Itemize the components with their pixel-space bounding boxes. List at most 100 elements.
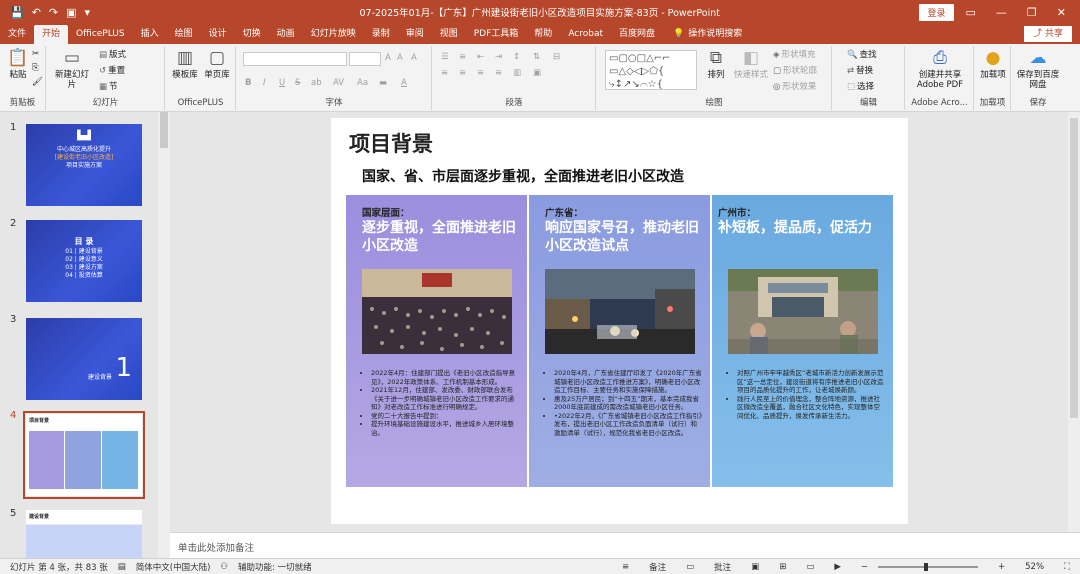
bold-button[interactable]: B	[245, 78, 251, 89]
single-page-library-button[interactable]: ▢ 单页库	[202, 48, 232, 80]
strikethrough-button[interactable]: S	[295, 78, 300, 89]
tab-record[interactable]: 录制	[364, 25, 398, 44]
comments-icon[interactable]: ▭	[686, 562, 694, 572]
column-city[interactable]: 广州市： 补短板，提品质，促活力 对照广州市牢牢越秀区“老城市新活力创新发展示范…	[712, 195, 893, 487]
align-text-icon[interactable]: ⊟	[553, 52, 560, 63]
zoom-out-icon[interactable]: −	[861, 562, 868, 572]
tab-transitions[interactable]: 切换	[235, 25, 269, 44]
shape-effects-button[interactable]: ◎ 形状效果	[773, 82, 816, 93]
zoom-slider-handle[interactable]	[924, 562, 929, 571]
shape-outline-button[interactable]: ▢ 形状轮廓	[773, 66, 817, 77]
new-slide-button[interactable]: ▭ 新建幻灯片	[51, 48, 93, 90]
align-center-icon[interactable]: ≡	[459, 68, 466, 79]
shapes-gallery[interactable]: ▭▢○□△⌐⌐ ▭△◇◁▷⬠{⤷↕↗↘⌒☆{	[605, 50, 697, 90]
copy-icon[interactable]: ⎘	[32, 63, 39, 74]
save-baidu-button[interactable]: ☁ 保存到百度网盘	[1014, 48, 1062, 90]
tab-officeplus[interactable]: OfficePLUS	[68, 25, 133, 44]
minimize-icon[interactable]: —	[996, 6, 1007, 19]
slide-thumbnail-4[interactable]: 项目背景	[23, 411, 145, 499]
find-button[interactable]: 🔍 查找	[847, 50, 877, 61]
slide-subtitle[interactable]: 国家、省、市层面逐步重视，全面推进老旧小区改造	[362, 166, 684, 186]
underline-button[interactable]: U	[279, 78, 285, 89]
text-direction-icon[interactable]: ⇅	[533, 52, 540, 63]
bullets-icon[interactable]: ☰	[441, 52, 449, 63]
editor-scrollbar[interactable]	[1068, 112, 1080, 532]
arrange-button[interactable]: ⧉ 排列	[703, 48, 729, 80]
font-size-increase-button[interactable]: A	[385, 53, 391, 64]
tab-design[interactable]: 设计	[201, 25, 235, 44]
align-right-icon[interactable]: ≡	[477, 68, 484, 79]
align-left-icon[interactable]: ≡	[441, 68, 448, 79]
tab-file[interactable]: 文件	[0, 25, 34, 44]
tab-draw[interactable]: 绘图	[167, 25, 201, 44]
accessibility-icon[interactable]: ⚇	[220, 562, 228, 572]
font-size-dropdown[interactable]	[349, 52, 381, 66]
undo-icon[interactable]: ↶	[32, 7, 41, 18]
tell-me-search[interactable]: 💡 操作说明搜索	[663, 25, 752, 44]
zoom-in-icon[interactable]: +	[998, 562, 1005, 572]
clear-format-button[interactable]: A	[411, 53, 417, 64]
customize-icon[interactable]: ▾	[85, 7, 91, 18]
slide-canvas[interactable]: 项目背景 国家、省、市层面逐步重视，全面推进老旧小区改造 国家层面： 逐步重视，…	[331, 118, 908, 524]
maximize-icon[interactable]: ❐	[1027, 6, 1037, 19]
tab-pdf-toolbox[interactable]: PDF工具箱	[466, 25, 527, 44]
numbering-icon[interactable]: ≡	[459, 52, 466, 63]
template-library-button[interactable]: ▥ 模板库	[170, 48, 200, 80]
fit-to-window-icon[interactable]: ⛶	[1064, 562, 1070, 572]
tab-baidu[interactable]: 百度网盘	[611, 25, 663, 44]
scroll-thumb[interactable]	[160, 112, 168, 148]
font-color-button[interactable]: A	[401, 78, 407, 89]
column-province[interactable]: 广东省： 响应国家号召，推动老旧小区改造试点 2020年4月，广东省住建厅印发了…	[529, 195, 710, 487]
justify-icon[interactable]: ≡	[495, 68, 502, 79]
replace-button[interactable]: ⇄ 替换	[847, 66, 873, 77]
slide-thumbnail-1[interactable]: ▙▟ 中心城区高质化提升 [建设街老旧小区改造] 项目实施方案	[26, 124, 142, 206]
addins-button[interactable]: ● 加载项	[977, 48, 1009, 80]
accessibility-status[interactable]: 辅助功能: 一切就绪	[238, 561, 312, 573]
slide-thumbnail-2[interactable]: 目 录 01 | 建设背景 02 | 建设意义 03 | 建设方案 04 | 投…	[26, 220, 142, 302]
slide-thumbnail-panel[interactable]: 1 ▙▟ 中心城区高质化提升 [建设街老旧小区改造] 项目实施方案 2 目 录 …	[0, 112, 170, 558]
section-button[interactable]: ▦ 节	[99, 82, 118, 93]
layout-button[interactable]: ▤ 版式	[99, 50, 126, 61]
notes-icon[interactable]: ≡	[622, 562, 629, 572]
tab-review[interactable]: 审阅	[398, 25, 432, 44]
notes-toggle[interactable]: 备注	[649, 561, 666, 573]
decrease-indent-icon[interactable]: ⇤	[477, 52, 484, 63]
increase-indent-icon[interactable]: ⇥	[495, 52, 502, 63]
zoom-slider[interactable]	[878, 562, 979, 571]
normal-view-icon[interactable]: ▣	[751, 562, 759, 572]
reading-view-icon[interactable]: ▭	[806, 562, 814, 572]
spellcheck-icon[interactable]: ▤	[118, 562, 126, 572]
thumbnail-scrollbar[interactable]	[158, 112, 170, 558]
shape-fill-button[interactable]: ◈ 形状填充	[773, 50, 816, 61]
slide-title[interactable]: 项目背景	[349, 128, 433, 158]
slide-thumbnail-5[interactable]: 建设背景	[26, 510, 142, 558]
slideshow-icon[interactable]: ▶	[834, 562, 841, 572]
slide-thumbnail-3[interactable]: 建设背景 1	[26, 318, 142, 400]
tab-insert[interactable]: 插入	[133, 25, 167, 44]
font-name-dropdown[interactable]	[243, 52, 347, 66]
select-button[interactable]: ⬚ 选择	[847, 82, 874, 93]
save-icon[interactable]: 💾	[10, 7, 24, 18]
slide-sorter-icon[interactable]: ⊞	[779, 562, 786, 572]
smartart-icon[interactable]: ▣	[533, 68, 541, 79]
redo-icon[interactable]: ↷	[49, 7, 58, 18]
font-size-decrease-button[interactable]: A	[397, 53, 403, 64]
highlight-button[interactable]: ▬	[379, 78, 387, 89]
tab-help[interactable]: 帮助	[526, 25, 560, 44]
cut-icon[interactable]: ✂	[32, 49, 39, 60]
close-icon[interactable]: ✕	[1057, 6, 1066, 19]
language-indicator[interactable]: 简体中文(中国大陆)	[136, 561, 211, 573]
editor-scroll-thumb[interactable]	[1070, 118, 1078, 418]
change-case-button[interactable]: Aa	[357, 78, 368, 89]
notes-pane[interactable]: 单击此处添加备注	[170, 532, 1080, 558]
reset-button[interactable]: ↺ 重置	[99, 66, 125, 77]
char-spacing-button[interactable]: AV	[333, 78, 344, 89]
share-button[interactable]: ⤴ 共享	[1024, 26, 1072, 42]
quick-styles-button[interactable]: ◧ 快速样式	[731, 48, 771, 80]
create-pdf-button[interactable]: ⎙ 创建并共享 Adobe PDF	[910, 48, 970, 90]
tab-view[interactable]: 视图	[432, 25, 466, 44]
italic-button[interactable]: I	[263, 78, 266, 89]
line-spacing-icon[interactable]: ↕	[513, 52, 520, 63]
tab-slideshow[interactable]: 幻灯片放映	[303, 25, 364, 44]
login-button[interactable]: 登录	[919, 3, 954, 21]
